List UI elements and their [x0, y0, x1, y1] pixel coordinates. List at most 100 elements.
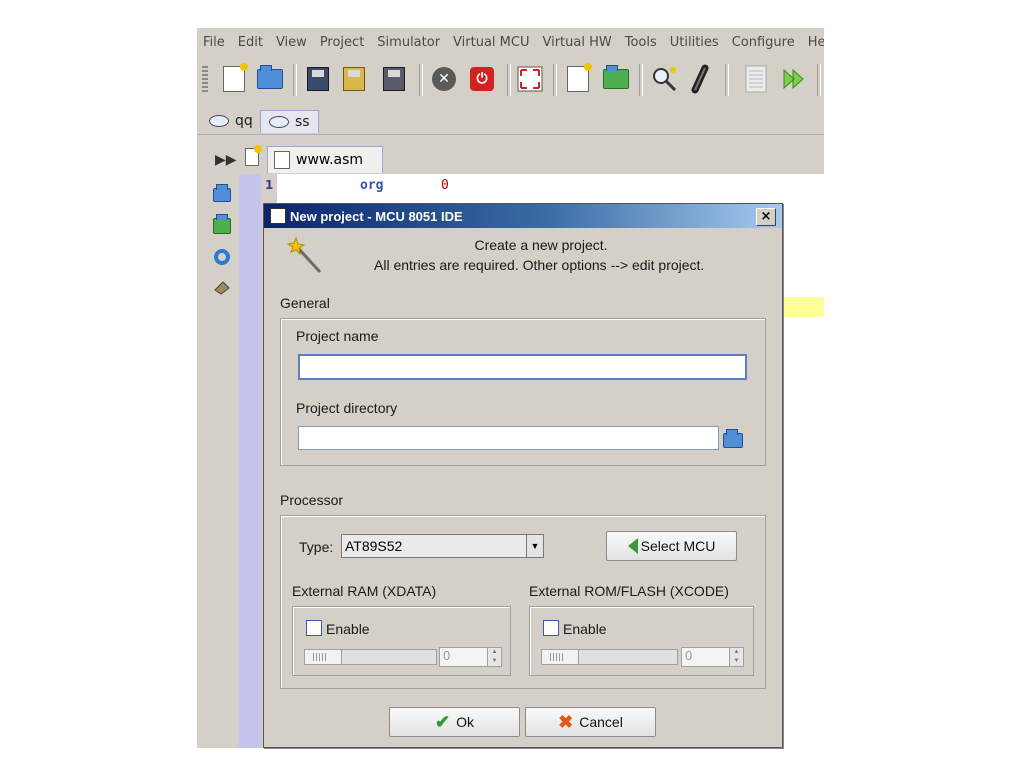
project-icon — [209, 115, 229, 127]
type-label: Type: — [299, 539, 334, 555]
dialog-title: New project - MCU 8051 IDE — [290, 208, 463, 224]
code-value: 0 — [441, 178, 449, 193]
dialog-titlebar[interactable]: New project - MCU 8051 IDE × — [264, 204, 782, 228]
menu-configure[interactable]: Configure — [726, 35, 802, 50]
external-ram-spinbox: 0 ▲ ▼ — [439, 647, 502, 667]
arrow-left-icon — [627, 538, 638, 554]
menu-virtual-mcu[interactable]: Virtual MCU — [447, 35, 536, 50]
menu-utilities[interactable]: Utilities — [664, 35, 726, 50]
save-all-icon[interactable] — [379, 64, 409, 94]
menu-simulator[interactable]: Simulator — [371, 35, 447, 50]
fast-forward-icon[interactable]: ▶▶ — [215, 152, 237, 168]
external-rom-enable-label: Enable — [563, 621, 607, 637]
find-icon[interactable] — [649, 64, 679, 94]
toolbar-separator — [553, 64, 557, 96]
open-folder-side-icon[interactable] — [213, 184, 231, 206]
spin-arrows-icon: ▲ ▼ — [729, 648, 743, 666]
slider-thumb — [542, 650, 579, 664]
file-tab-www-asm[interactable]: www.asm — [267, 146, 383, 173]
select-mcu-button[interactable]: Select MCU — [606, 531, 737, 561]
app-icon — [270, 208, 286, 224]
toolbar-grip[interactable] — [202, 66, 208, 94]
save-as-icon[interactable] — [339, 64, 369, 94]
project-tab-ss[interactable]: ss — [260, 110, 319, 133]
new-project-dialog: New project - MCU 8051 IDE × Create a ne… — [263, 203, 783, 748]
project-tab-label: ss — [295, 114, 310, 130]
browse-folder-icon[interactable] — [723, 429, 743, 448]
external-ram-enable[interactable]: Enable — [306, 620, 370, 637]
external-ram-value: 0 — [443, 648, 451, 663]
project-tab-qq[interactable]: qq — [201, 110, 261, 132]
project-tabs: qq ss — [197, 108, 824, 135]
line-gutter — [239, 174, 261, 748]
close-file-icon[interactable]: ✕ — [429, 64, 459, 94]
current-line-highlight — [782, 297, 824, 317]
checkbox-icon[interactable] — [543, 620, 559, 636]
open-project-icon[interactable] — [601, 64, 631, 94]
cancel-x-icon: ✖ — [558, 711, 574, 732]
toolbar-separator — [293, 64, 297, 96]
ok-button[interactable]: ✔ Ok — [389, 707, 520, 737]
fullscreen-icon[interactable] — [515, 64, 545, 94]
menu-file[interactable]: File — [197, 35, 232, 50]
menu-tools[interactable]: Tools — [619, 35, 664, 50]
link-icon[interactable] — [685, 64, 715, 94]
external-ram-slider — [304, 649, 437, 665]
save-icon[interactable] — [303, 64, 333, 94]
project-directory-input[interactable] — [298, 426, 719, 450]
new-project-icon[interactable] — [563, 63, 593, 94]
general-group: Project name Project directory — [280, 318, 766, 466]
list-icon[interactable] — [741, 64, 771, 94]
power-off-icon[interactable]: ⏻ — [467, 64, 497, 94]
ok-label: Ok — [456, 714, 474, 730]
intro-line-2: All entries are required. Other options … — [374, 257, 705, 273]
cancel-button[interactable]: ✖ Cancel — [525, 707, 656, 737]
spin-arrows-icon: ▲ ▼ — [487, 648, 501, 666]
image-side-icon[interactable] — [213, 214, 231, 236]
external-rom-heading: External ROM/FLASH (XCODE) — [529, 583, 729, 599]
open-folder-icon[interactable] — [255, 64, 285, 94]
close-button[interactable]: × — [756, 208, 776, 226]
project-name-input[interactable] — [298, 354, 747, 380]
external-ram-enable-label: Enable — [326, 621, 370, 637]
file-icon — [274, 151, 290, 169]
line-number: 1 — [265, 178, 274, 192]
general-heading: General — [280, 295, 330, 311]
external-ram-group: Enable 0 ▲ ▼ — [292, 606, 511, 676]
project-tab-label: qq — [235, 113, 253, 129]
processor-heading: Processor — [280, 492, 344, 508]
tools-side-icon[interactable] — [213, 278, 231, 296]
new-file-icon[interactable] — [219, 63, 249, 94]
checkmark-icon: ✔ — [435, 711, 451, 732]
main-toolbar: ✕ ⏻ — [197, 58, 824, 102]
select-mcu-label: Select MCU — [640, 538, 716, 554]
processor-group: Type: AT89S52 ▼ Select MCU External RAM … — [280, 515, 766, 689]
menu-edit[interactable]: Edit — [232, 35, 270, 50]
file-tab-label: www.asm — [296, 152, 364, 168]
external-rom-group: Enable 0 ▲ ▼ — [529, 606, 754, 676]
toolbar-separator — [507, 64, 511, 96]
project-name-label: Project name — [296, 328, 379, 344]
project-directory-label: Project directory — [296, 400, 398, 416]
external-rom-slider — [541, 649, 678, 665]
external-rom-enable[interactable]: Enable — [543, 620, 607, 637]
menu-help[interactable]: Help — [802, 35, 824, 50]
run-forward-icon[interactable] — [779, 64, 809, 94]
toolbar-separator — [725, 64, 729, 96]
chevron-down-icon[interactable]: ▼ — [526, 535, 543, 557]
toolbar-separator — [419, 64, 423, 96]
processor-type-select[interactable]: AT89S52 ▼ — [341, 534, 544, 558]
intro-line-1: Create a new project. — [474, 237, 608, 253]
menu-view[interactable]: View — [270, 35, 314, 50]
checkbox-icon[interactable] — [306, 620, 322, 636]
processor-type-value: AT89S52 — [345, 538, 403, 554]
menubar: File Edit View Project Simulator Virtual… — [197, 28, 824, 56]
toolbar-separator — [639, 64, 643, 96]
new-file-small-icon[interactable] — [245, 145, 262, 166]
menu-project[interactable]: Project — [314, 35, 371, 50]
refresh-side-icon[interactable] — [213, 248, 231, 266]
external-rom-value: 0 — [685, 648, 693, 663]
cancel-label: Cancel — [579, 714, 623, 730]
external-ram-heading: External RAM (XDATA) — [292, 583, 437, 599]
menu-virtual-hw[interactable]: Virtual HW — [536, 35, 618, 50]
